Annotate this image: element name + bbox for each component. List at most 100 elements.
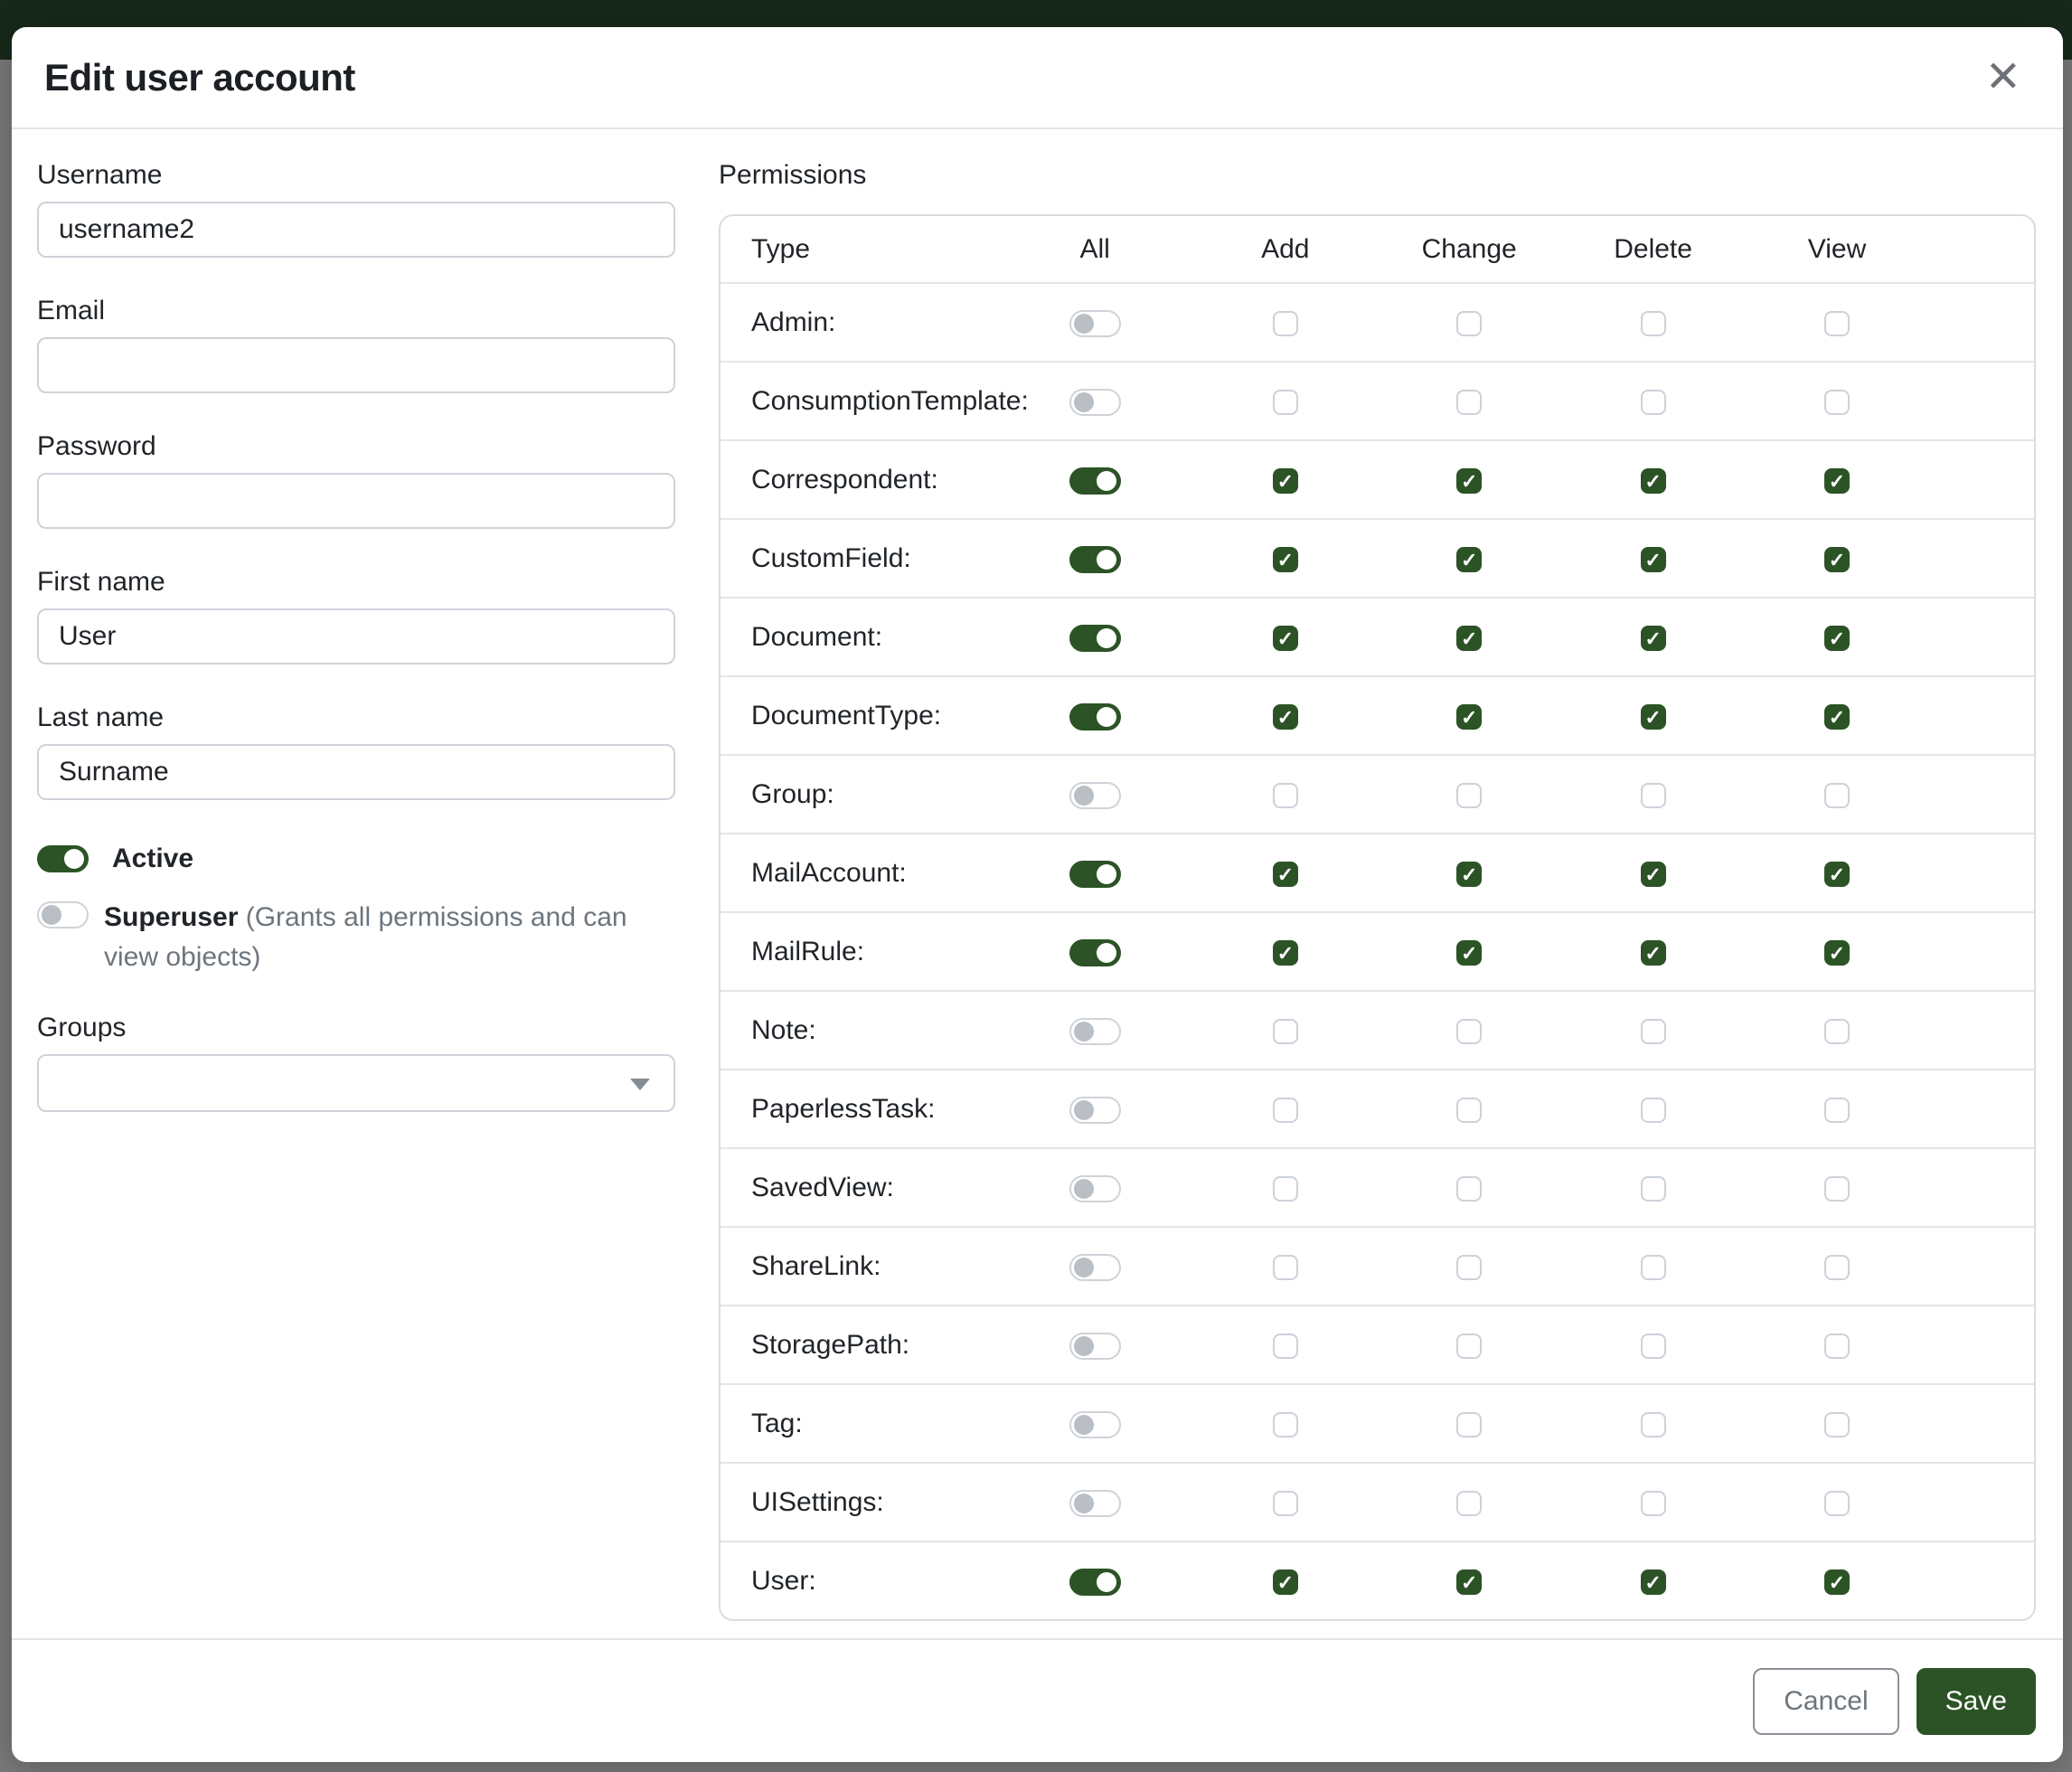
permission-add-checkbox[interactable]: ✓ (1273, 862, 1298, 887)
permission-change-checkbox[interactable]: ✓ (1456, 547, 1482, 572)
permission-add-checkbox[interactable] (1273, 390, 1298, 415)
permission-change-checkbox[interactable]: ✓ (1456, 468, 1482, 494)
permission-delete-checkbox[interactable]: ✓ (1641, 940, 1666, 966)
permission-view-checkbox[interactable] (1824, 1334, 1850, 1359)
last-name-field[interactable] (37, 744, 675, 800)
permission-delete-checkbox[interactable] (1641, 783, 1666, 808)
permission-add-checkbox[interactable] (1273, 1098, 1298, 1123)
permission-add-checkbox[interactable] (1273, 1491, 1298, 1516)
permission-change-checkbox[interactable] (1456, 1491, 1482, 1516)
permission-change-checkbox[interactable] (1456, 1019, 1482, 1044)
permission-delete-checkbox[interactable]: ✓ (1641, 468, 1666, 494)
permission-delete-checkbox[interactable]: ✓ (1641, 1569, 1666, 1595)
permission-all-toggle[interactable] (1069, 625, 1121, 652)
permission-add-checkbox[interactable]: ✓ (1273, 468, 1298, 494)
permission-view-checkbox[interactable] (1824, 1255, 1850, 1280)
permission-all-toggle[interactable] (1069, 1254, 1121, 1281)
permission-delete-checkbox[interactable] (1641, 1491, 1666, 1516)
permission-delete-checkbox[interactable]: ✓ (1641, 547, 1666, 572)
permission-add-checkbox[interactable]: ✓ (1273, 1569, 1298, 1595)
permission-view-checkbox[interactable] (1824, 311, 1850, 336)
permission-delete-checkbox[interactable] (1641, 1019, 1666, 1044)
permission-view-checkbox[interactable] (1824, 1019, 1850, 1044)
permission-delete-checkbox[interactable] (1641, 390, 1666, 415)
permission-view-checkbox[interactable]: ✓ (1824, 468, 1850, 494)
permission-all-toggle[interactable] (1069, 782, 1121, 809)
permission-all-toggle[interactable] (1069, 1411, 1121, 1438)
permission-add-checkbox[interactable]: ✓ (1273, 940, 1298, 966)
password-field[interactable] (37, 473, 675, 529)
permission-all-toggle[interactable] (1069, 1569, 1121, 1596)
groups-select[interactable] (37, 1054, 675, 1112)
superuser-toggle[interactable] (37, 901, 89, 928)
permission-view-checkbox[interactable] (1824, 1412, 1850, 1437)
superuser-label: Superuser (104, 902, 238, 932)
permission-change-checkbox[interactable]: ✓ (1456, 1569, 1482, 1595)
permission-add-checkbox[interactable] (1273, 1255, 1298, 1280)
permission-delete-checkbox[interactable] (1641, 1255, 1666, 1280)
permission-view-checkbox[interactable]: ✓ (1824, 626, 1850, 651)
permission-add-checkbox[interactable]: ✓ (1273, 547, 1298, 572)
email-field[interactable] (37, 337, 675, 393)
permission-add-checkbox[interactable] (1273, 783, 1298, 808)
save-button[interactable]: Save (1917, 1668, 2036, 1735)
permission-all-toggle[interactable] (1069, 546, 1121, 573)
permission-view-checkbox[interactable] (1824, 1176, 1850, 1202)
permission-view-checkbox[interactable]: ✓ (1824, 704, 1850, 730)
first-name-field[interactable] (37, 608, 675, 664)
permission-change-checkbox[interactable]: ✓ (1456, 626, 1482, 651)
permission-all-toggle[interactable] (1069, 1490, 1121, 1517)
permission-add-checkbox[interactable] (1273, 1334, 1298, 1359)
permission-row: User:✓✓✓✓ (720, 1541, 2034, 1619)
permission-all-toggle[interactable] (1069, 310, 1121, 337)
permission-change-checkbox[interactable] (1456, 1412, 1482, 1437)
permission-change-checkbox[interactable] (1456, 390, 1482, 415)
permission-all-toggle[interactable] (1069, 467, 1121, 495)
permission-change-checkbox[interactable]: ✓ (1456, 862, 1482, 887)
permission-delete-checkbox[interactable] (1641, 1334, 1666, 1359)
permission-delete-checkbox[interactable] (1641, 1412, 1666, 1437)
close-icon[interactable]: ✕ (1976, 52, 2030, 103)
permission-delete-checkbox[interactable]: ✓ (1641, 704, 1666, 730)
permission-view-checkbox[interactable] (1824, 783, 1850, 808)
permission-view-checkbox[interactable] (1824, 1098, 1850, 1123)
permission-delete-checkbox[interactable]: ✓ (1641, 862, 1666, 887)
permission-add-checkbox[interactable] (1273, 311, 1298, 336)
permission-change-checkbox[interactable]: ✓ (1456, 704, 1482, 730)
permission-view-checkbox[interactable] (1824, 390, 1850, 415)
permission-delete-checkbox[interactable] (1641, 311, 1666, 336)
permission-all-toggle[interactable] (1069, 861, 1121, 888)
active-toggle[interactable] (37, 845, 89, 872)
permission-add-checkbox[interactable] (1273, 1412, 1298, 1437)
permission-view-checkbox[interactable]: ✓ (1824, 940, 1850, 966)
permission-add-checkbox[interactable]: ✓ (1273, 704, 1298, 730)
permission-change-checkbox[interactable] (1456, 1255, 1482, 1280)
username-input[interactable] (37, 202, 675, 258)
permission-change-checkbox[interactable] (1456, 1176, 1482, 1202)
permission-view-checkbox[interactable]: ✓ (1824, 1569, 1850, 1595)
permission-add-checkbox[interactable] (1273, 1176, 1298, 1202)
permission-all-toggle[interactable] (1069, 1175, 1121, 1202)
permission-view-checkbox[interactable] (1824, 1491, 1850, 1516)
permission-add-checkbox[interactable] (1273, 1019, 1298, 1044)
permission-delete-checkbox[interactable]: ✓ (1641, 626, 1666, 651)
permission-all-toggle[interactable] (1069, 703, 1121, 730)
cancel-button[interactable]: Cancel (1753, 1668, 1898, 1735)
permission-view-checkbox[interactable]: ✓ (1824, 862, 1850, 887)
permission-view-checkbox[interactable]: ✓ (1824, 547, 1850, 572)
permission-all-toggle[interactable] (1069, 1018, 1121, 1045)
permission-change-checkbox[interactable]: ✓ (1456, 940, 1482, 966)
permission-change-checkbox[interactable] (1456, 311, 1482, 336)
permission-add-checkbox[interactable]: ✓ (1273, 626, 1298, 651)
permission-type-label: PaperlessTask: (720, 1069, 996, 1147)
permission-all-toggle[interactable] (1069, 939, 1121, 966)
permission-all-toggle[interactable] (1069, 1333, 1121, 1360)
permission-all-toggle[interactable] (1069, 389, 1121, 416)
permission-all-toggle[interactable] (1069, 1097, 1121, 1124)
permission-delete-checkbox[interactable] (1641, 1176, 1666, 1202)
permission-delete-checkbox[interactable] (1641, 1098, 1666, 1123)
permission-change-checkbox[interactable] (1456, 783, 1482, 808)
permission-type-label: ShareLink: (720, 1226, 996, 1305)
permission-change-checkbox[interactable] (1456, 1098, 1482, 1123)
permission-change-checkbox[interactable] (1456, 1334, 1482, 1359)
